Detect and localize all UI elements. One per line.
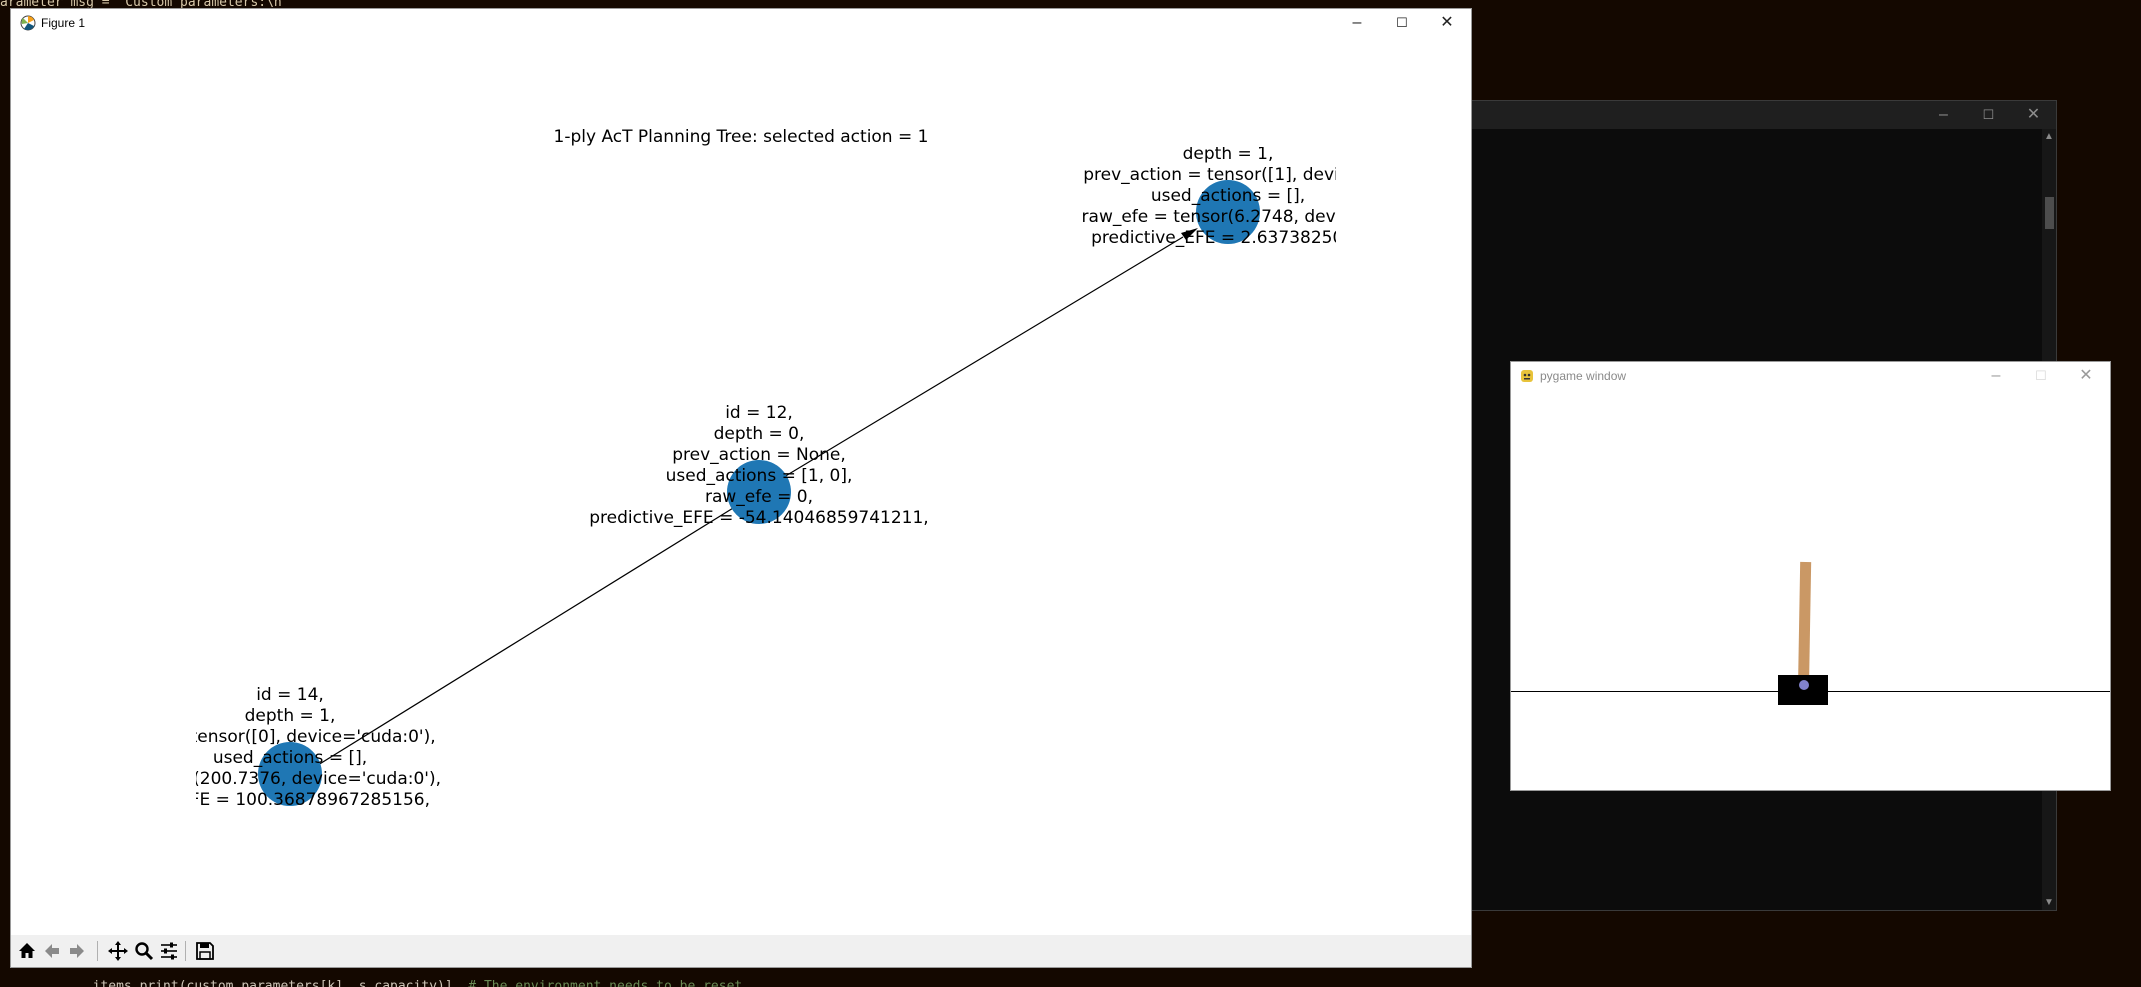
edge-root-child0 bbox=[317, 491, 760, 766]
pygame-window[interactable]: pygame window – ☐ ✕ bbox=[1510, 361, 2111, 791]
node-label-child-1-line-5: raw_efe = tensor(6.2748, device= bbox=[1082, 207, 1375, 227]
node-label-child-0-line-6: ve_EFE = 100.36878967285156, bbox=[150, 790, 430, 810]
node-label-child-0-line-5: tensor(200.7376, device='cuda:0'), bbox=[139, 769, 441, 789]
node-label-child-0-line-4: used_actions = [], bbox=[213, 748, 367, 768]
code-line-bottom: items.print(custom_parameters[k], s_capa… bbox=[30, 976, 743, 987]
back-icon[interactable] bbox=[40, 939, 64, 963]
figure-maximize-button[interactable]: ☐ bbox=[1379, 9, 1425, 37]
node-label-child-1-line-1: id = 13, bbox=[1194, 123, 1262, 143]
scroll-down-icon[interactable]: ▼ bbox=[2042, 897, 2056, 908]
node-label-root-line-3: prev_action = None, bbox=[672, 445, 846, 465]
configure-subplots-icon[interactable] bbox=[157, 939, 181, 963]
node-label-child-1-line-6: predictive_EFE = 2.6373825073 bbox=[1091, 228, 1365, 248]
planning-tree-graph: id = 12,depth = 0,prev_action = None,use… bbox=[139, 123, 1375, 810]
toolbar-separator bbox=[97, 941, 98, 961]
node-label-root-line-4: used_actions = [1, 0], bbox=[666, 466, 853, 486]
node-label-root-line-6: predictive_EFE = -54.14046859741211, bbox=[589, 508, 928, 528]
code-bottom-text: items.print(custom_parameters[k], s_capa… bbox=[30, 979, 453, 987]
pygame-maximize-button[interactable]: ☐ bbox=[2018, 362, 2064, 390]
figure-close-button[interactable]: ✕ bbox=[1424, 9, 1470, 37]
terminal-titlebar[interactable]: – ☐ ✕ bbox=[1456, 101, 2056, 129]
node-label-child-0-line-2: depth = 1, bbox=[245, 706, 336, 726]
pan-icon[interactable] bbox=[106, 939, 130, 963]
matplotlib-icon bbox=[20, 15, 36, 31]
node-label-child-0-line-3: on = tensor([0], device='cuda:0'), bbox=[144, 727, 435, 747]
navigation-toolbar bbox=[11, 935, 1471, 967]
node-label-child-0-line-1: id = 14, bbox=[256, 685, 324, 705]
node-label-root-line-1: id = 12, bbox=[725, 403, 793, 423]
node-label-child-1-line-4: used_actions = [], bbox=[1151, 186, 1305, 206]
pygame-snake-icon bbox=[1521, 370, 1533, 382]
code-bottom-comment: # The environment needs to be reset bbox=[452, 979, 743, 987]
figure-titlebar[interactable]: Figure 1 – ☐ ✕ bbox=[11, 9, 1471, 37]
node-label-child-1-line-2: depth = 1, bbox=[1183, 144, 1274, 164]
node-label-root-line-2: depth = 0, bbox=[714, 424, 805, 444]
save-icon[interactable] bbox=[193, 939, 217, 963]
plot-canvas[interactable]: 1-ply AcT Planning Tree: selected action… bbox=[11, 37, 1471, 936]
terminal-minimize-button[interactable]: – bbox=[1921, 101, 1966, 129]
node-label-child-1-line-3: prev_action = tensor([1], device= bbox=[1083, 165, 1373, 185]
scroll-thumb[interactable] bbox=[2045, 197, 2054, 229]
home-icon[interactable] bbox=[15, 939, 39, 963]
figure-title: Figure 1 bbox=[41, 16, 86, 30]
zoom-icon[interactable] bbox=[132, 939, 156, 963]
cartpole-pole bbox=[1798, 561, 1812, 688]
figure-window[interactable]: Figure 1 – ☐ ✕ 1-ply AcT Planning Tree: … bbox=[10, 8, 1472, 968]
forward-icon[interactable] bbox=[65, 939, 89, 963]
toolbar-separator bbox=[185, 941, 186, 961]
pygame-title: pygame window bbox=[1540, 369, 1627, 383]
terminal-maximize-button[interactable]: ☐ bbox=[1966, 101, 2011, 129]
pygame-minimize-button[interactable]: – bbox=[1973, 362, 2019, 390]
scroll-up-icon[interactable]: ▲ bbox=[2042, 131, 2056, 142]
cartpole-axle bbox=[1799, 680, 1809, 690]
pygame-close-button[interactable]: ✕ bbox=[2063, 362, 2109, 390]
node-label-root-line-5: raw_efe = 0, bbox=[705, 487, 813, 507]
terminal-close-button[interactable]: ✕ bbox=[2011, 101, 2056, 129]
figure-minimize-button[interactable]: – bbox=[1334, 9, 1380, 37]
pygame-titlebar[interactable]: pygame window – ☐ ✕ bbox=[1511, 362, 2110, 390]
